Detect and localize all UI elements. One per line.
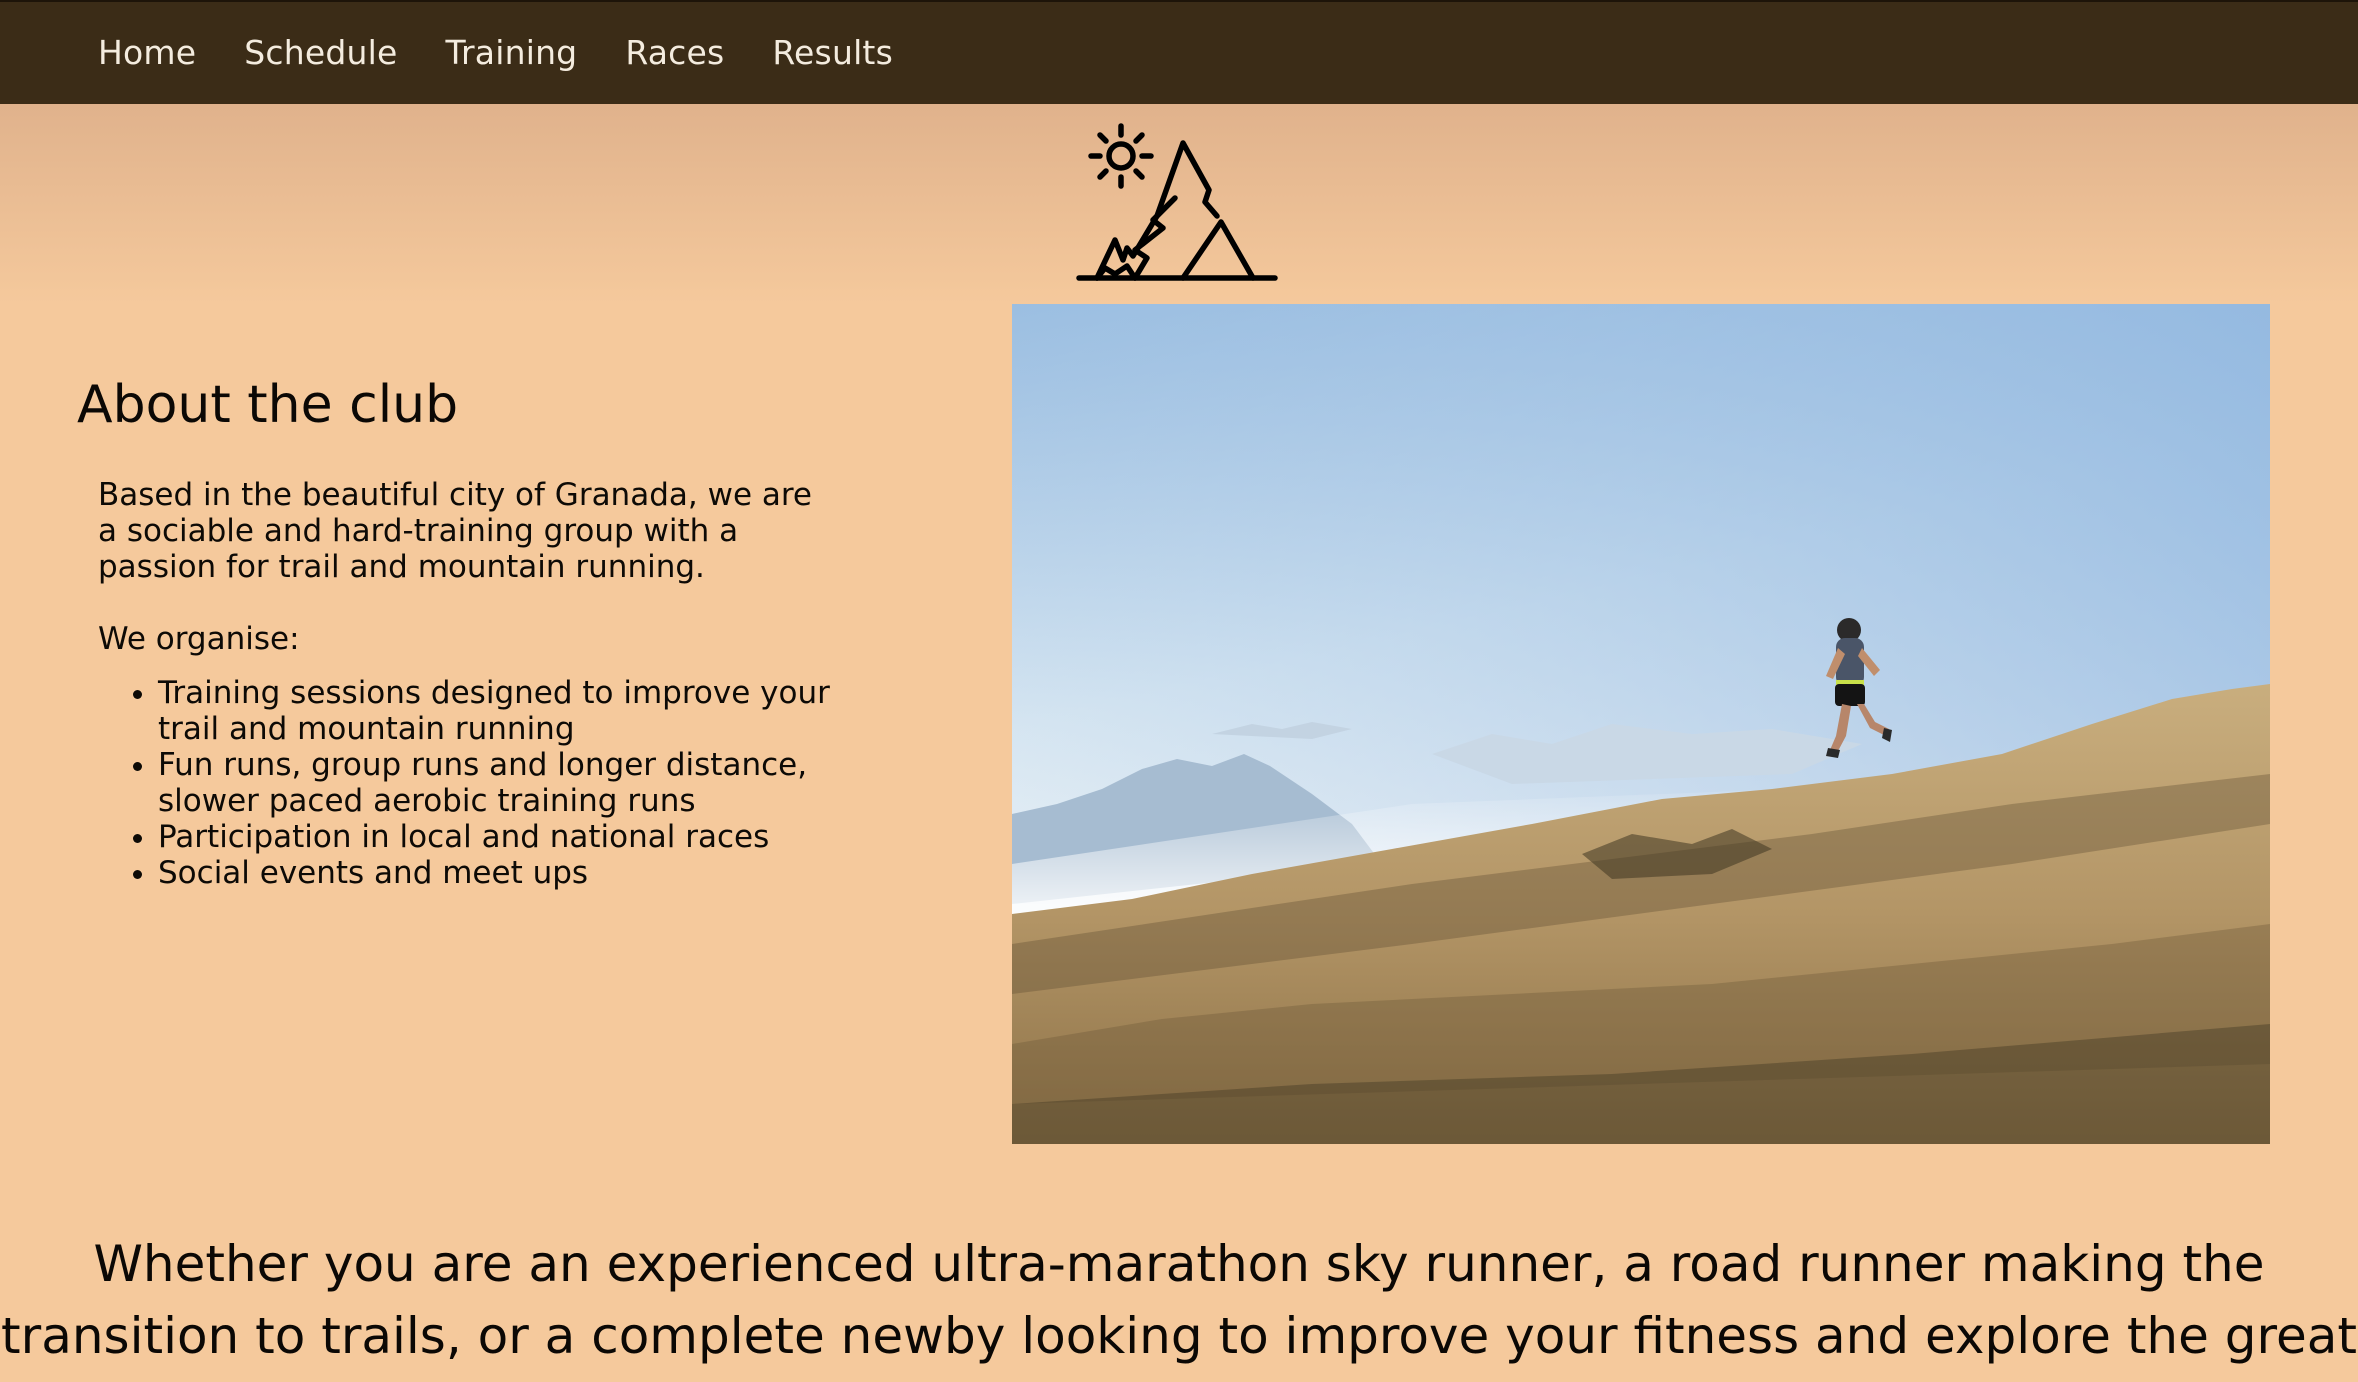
- tagline-line-2: transition to trails, or a complete newb…: [1, 1307, 2357, 1365]
- nav-home-link[interactable]: Home: [98, 33, 196, 72]
- tagline-line-1: Whether you are an experienced ultra-mar…: [93, 1235, 2265, 1293]
- hero-runner-photo: [1012, 304, 2270, 1144]
- about-heading: About the club: [77, 375, 459, 435]
- top-navigation-bar: Home Schedule Training Races Results: [0, 0, 2358, 104]
- organise-list: Training sessions designed to improve yo…: [98, 675, 838, 891]
- main-nav: Home Schedule Training Races Results: [98, 2, 941, 102]
- list-item: Fun runs, group runs and longer distance…: [158, 747, 838, 819]
- about-content: Based in the beautiful city of Granada, …: [98, 477, 838, 891]
- nav-training-link[interactable]: Training: [446, 33, 578, 72]
- list-item: Training sessions designed to improve yo…: [158, 675, 838, 747]
- list-item: Social events and meet ups: [158, 855, 838, 891]
- sun-mountain-icon: [1075, 118, 1285, 284]
- about-intro: Based in the beautiful city of Granada, …: [98, 477, 812, 585]
- nav-races-link[interactable]: Races: [625, 33, 724, 72]
- list-item: Participation in local and national race…: [158, 819, 838, 855]
- nav-schedule-link[interactable]: Schedule: [244, 33, 397, 72]
- tagline-text: Whether you are an experienced ultra-mar…: [0, 1228, 2358, 1372]
- organise-label: We organise:: [98, 621, 300, 657]
- nav-results-link[interactable]: Results: [772, 33, 893, 72]
